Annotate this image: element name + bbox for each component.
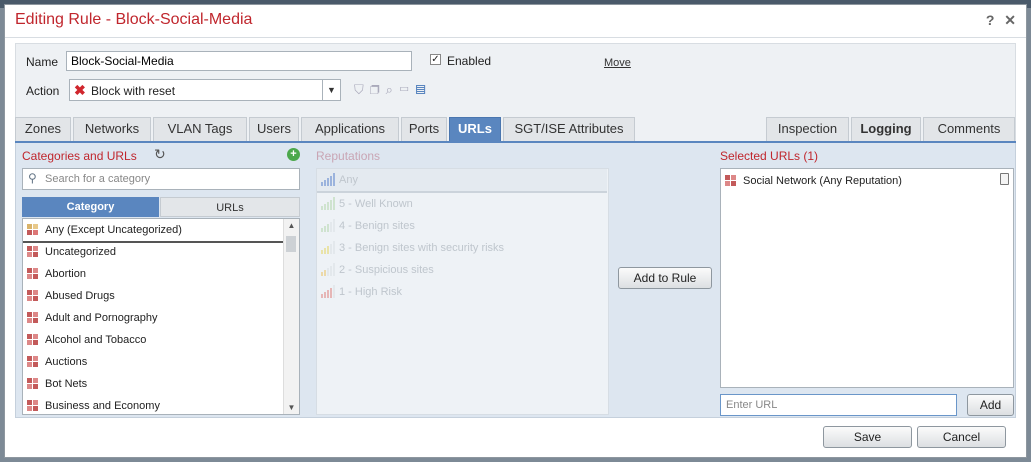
copy-icon[interactable]: ❐ bbox=[370, 82, 386, 97]
tab-inspection[interactable]: Inspection bbox=[766, 117, 849, 141]
reputations-header: Reputations bbox=[316, 149, 381, 163]
tab-users[interactable]: Users bbox=[249, 117, 299, 141]
rule-option-icons: ⛉❐⌕▭▤ bbox=[354, 82, 432, 98]
list-item[interactable]: 5 - Well Known bbox=[317, 193, 607, 215]
category-icon bbox=[27, 312, 39, 324]
tab-vlan-tags[interactable]: VLAN Tags bbox=[153, 117, 247, 141]
urls-panel: Categories and URLs ↻ + ⚲ Search for a c… bbox=[15, 143, 1016, 418]
enter-url-input[interactable]: Enter URL bbox=[720, 394, 957, 416]
list-item[interactable]: Uncategorized bbox=[23, 241, 283, 263]
category-icon bbox=[27, 246, 39, 258]
tab-networks[interactable]: Networks bbox=[73, 117, 151, 141]
reputation-suspicious-icon bbox=[321, 263, 335, 276]
reputation-list: Any 5 - Well Known 4 - Benign sites 3 - … bbox=[316, 168, 609, 415]
move-link[interactable]: Move bbox=[604, 57, 631, 69]
tab-urls[interactable]: URLs bbox=[449, 117, 501, 141]
policy-shield-icon[interactable]: ⛉ bbox=[354, 82, 370, 97]
enabled-label: Enabled bbox=[447, 54, 492, 68]
list-item[interactable]: Business and Economy bbox=[23, 395, 283, 414]
name-input[interactable] bbox=[66, 51, 412, 71]
block-x-icon: ✖ bbox=[74, 82, 86, 98]
category-icon bbox=[27, 334, 39, 346]
folder-icon[interactable]: ▭ bbox=[399, 82, 415, 97]
enabled-checkbox[interactable]: ✓ bbox=[430, 54, 441, 65]
document-icon[interactable]: ▤ bbox=[415, 82, 431, 97]
list-item[interactable]: Bot Nets bbox=[23, 373, 283, 395]
add-to-rule-button[interactable]: Add to Rule bbox=[618, 267, 712, 289]
tab-zones[interactable]: Zones bbox=[15, 117, 71, 141]
categories-header: Categories and URLs bbox=[22, 149, 137, 163]
list-item[interactable]: 2 - Suspicious sites bbox=[317, 259, 607, 281]
cancel-button[interactable]: Cancel bbox=[917, 426, 1006, 448]
dialog-titlebar: Editing Rule - Block-Social-Media ? ✕ bbox=[5, 5, 1026, 38]
list-item[interactable]: Any (Except Uncategorized) bbox=[23, 219, 283, 243]
search-file-icon[interactable]: ⌕ bbox=[386, 82, 399, 97]
category-icon bbox=[27, 356, 39, 368]
tab-comments[interactable]: Comments bbox=[923, 117, 1015, 141]
titlebar-icons: ? ✕ bbox=[980, 12, 1016, 29]
selected-urls-header: Selected URLs (1) bbox=[720, 149, 819, 163]
tab-logging[interactable]: Logging bbox=[851, 117, 921, 141]
refresh-icon[interactable]: ↻ bbox=[154, 146, 166, 163]
list-item[interactable]: Auctions bbox=[23, 351, 283, 373]
reputation-well-known-icon bbox=[321, 197, 335, 210]
dialog-title: Editing Rule - Block-Social-Media bbox=[15, 11, 253, 28]
tab-ports[interactable]: Ports bbox=[401, 117, 447, 141]
scroll-thumb[interactable] bbox=[286, 236, 296, 252]
category-list: Any (Except Uncategorized) Uncategorized… bbox=[22, 218, 300, 415]
scroll-down-icon[interactable]: ▼ bbox=[284, 403, 299, 412]
category-search-input[interactable]: ⚲ Search for a category bbox=[22, 168, 300, 190]
reputation-any-icon bbox=[321, 173, 335, 186]
enter-url-placeholder: Enter URL bbox=[726, 399, 778, 411]
category-icon bbox=[27, 378, 39, 390]
list-item[interactable]: Adult and Pornography bbox=[23, 307, 283, 329]
category-icon bbox=[27, 290, 39, 302]
category-search-placeholder: Search for a category bbox=[45, 173, 151, 185]
tab-sgt-ise-attributes[interactable]: SGT/ISE Attributes bbox=[503, 117, 635, 141]
trash-icon[interactable] bbox=[1000, 173, 1009, 185]
list-item[interactable]: Abortion bbox=[23, 263, 283, 285]
dialog-footer: Save Cancel bbox=[5, 420, 1026, 458]
help-icon[interactable]: ? bbox=[986, 12, 995, 28]
search-icon: ⚲ bbox=[28, 171, 37, 185]
edit-rule-dialog: Editing Rule - Block-Social-Media ? ✕ Na… bbox=[4, 4, 1027, 458]
subtab-urls[interactable]: URLs bbox=[160, 197, 300, 217]
any-category-icon bbox=[27, 224, 39, 236]
category-scrollbar[interactable]: ▲ ▼ bbox=[283, 219, 299, 414]
subtab-category[interactable]: Category bbox=[22, 197, 159, 217]
list-item[interactable]: 1 - High Risk bbox=[317, 281, 607, 303]
add-url-button[interactable]: Add bbox=[967, 394, 1014, 416]
save-button[interactable]: Save bbox=[823, 426, 912, 448]
category-icon bbox=[725, 175, 737, 187]
list-item[interactable]: Abused Drugs bbox=[23, 285, 283, 307]
chevron-down-icon[interactable]: ▼ bbox=[322, 80, 340, 100]
category-icon bbox=[27, 268, 39, 280]
tab-applications[interactable]: Applications bbox=[301, 117, 399, 141]
list-item[interactable]: 3 - Benign sites with security risks bbox=[317, 237, 607, 259]
close-icon[interactable]: ✕ bbox=[1004, 12, 1016, 28]
action-label: Action bbox=[26, 84, 60, 98]
reputation-benign-icon bbox=[321, 219, 335, 232]
add-category-icon[interactable]: + bbox=[287, 148, 300, 161]
name-label: Name bbox=[26, 55, 59, 69]
list-item[interactable]: Alcohol and Tobacco bbox=[23, 329, 283, 351]
action-select[interactable]: ✖ Block with reset ▼ bbox=[69, 79, 341, 101]
selected-urls-list: Social Network (Any Reputation) bbox=[720, 168, 1014, 388]
scroll-up-icon[interactable]: ▲ bbox=[284, 221, 299, 230]
category-icon bbox=[27, 400, 39, 412]
list-item[interactable]: Any bbox=[317, 169, 607, 193]
action-value: Block with reset bbox=[91, 84, 176, 98]
reputation-high-risk-icon bbox=[321, 285, 335, 298]
list-item[interactable]: 4 - Benign sites bbox=[317, 215, 607, 237]
reputation-security-risk-icon bbox=[321, 241, 335, 254]
